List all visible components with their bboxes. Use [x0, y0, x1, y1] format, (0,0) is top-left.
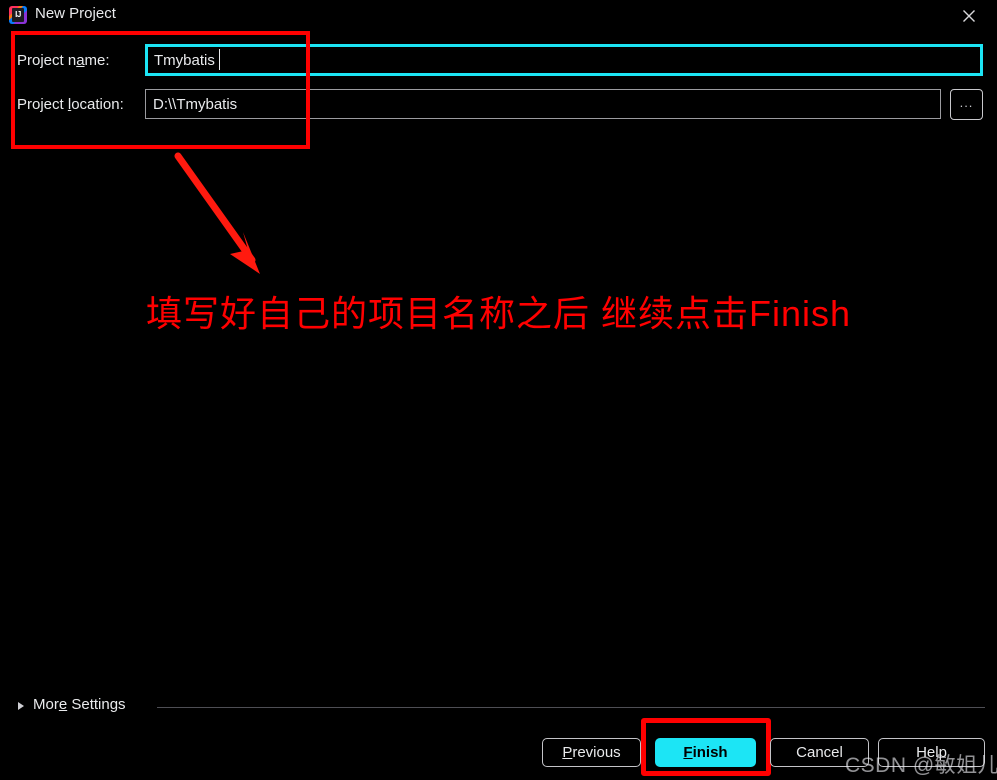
more-settings-label-accel: e: [58, 696, 68, 713]
close-icon[interactable]: [948, 2, 993, 28]
help-button[interactable]: Help: [878, 738, 985, 767]
red-arrow-icon: [160, 150, 290, 285]
more-settings-section[interactable]: More Settings: [16, 696, 985, 718]
more-settings-label: More Settings: [33, 696, 126, 713]
text-caret: [219, 49, 220, 70]
chevron-right-icon: [18, 702, 24, 710]
project-location-label: Project location:: [17, 96, 124, 113]
finish-button-accel: F: [683, 744, 693, 761]
annotation-text: 填写好自己的项目名称之后 继续点击Finish: [146, 293, 852, 334]
project-location-label-text-tail: ocation:: [71, 96, 124, 113]
finish-button-label-tail: inish: [692, 744, 728, 761]
help-button-label: Help: [916, 744, 947, 761]
project-name-label-text-tail: me:: [84, 52, 110, 69]
title-bar: New Project: [0, 0, 997, 30]
more-settings-label-text: Mor: [33, 696, 59, 713]
finish-button[interactable]: Finish: [655, 738, 756, 767]
project-name-label-accel: a: [76, 52, 85, 69]
cancel-button-label: Cancel: [796, 744, 843, 761]
browse-folder-button[interactable]: ...: [950, 89, 983, 120]
intellij-idea-logo-icon: [9, 6, 27, 24]
project-name-input[interactable]: [145, 44, 983, 76]
project-name-label: Project name:: [17, 52, 110, 69]
previous-button[interactable]: Previous: [542, 738, 641, 767]
project-name-label-text: Project n: [17, 52, 77, 69]
separator-line: [157, 707, 985, 708]
previous-button-label-tail: revious: [572, 744, 621, 761]
project-location-label-text: Project: [17, 96, 68, 113]
previous-button-accel: P: [562, 744, 573, 761]
more-settings-label-text-tail: Settings: [67, 696, 126, 713]
cancel-button[interactable]: Cancel: [770, 738, 869, 767]
window-title: New Project: [35, 5, 116, 22]
project-location-input[interactable]: [145, 89, 941, 119]
